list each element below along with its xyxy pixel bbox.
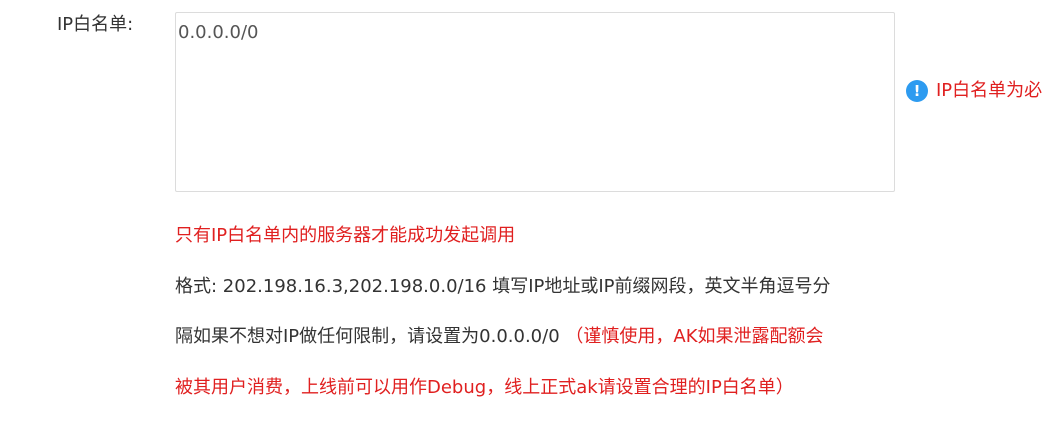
format-description-text: 隔如果不想对IP做任何限制，请设置为0.0.0.0/0 (175, 326, 560, 347)
required-hint-text: IP白名单为必 (936, 80, 1043, 101)
whitelist-notice: 只有IP白名单内的服务器才能成功发起调用 (175, 225, 516, 246)
ip-whitelist-textarea[interactable]: 0.0.0.0/0 (175, 12, 895, 192)
warning-text-end: 被其用户消费，上线前可以用作Debug，线上正式ak请设置合理的IP白名单） (175, 377, 794, 398)
ip-whitelist-form: IP白名单: 0.0.0.0/0 ! IP白名单为必 只有IP白名单内的服务器才… (0, 0, 1053, 433)
required-hint: ! IP白名单为必 (906, 79, 1042, 103)
ip-whitelist-label: IP白名单: (57, 14, 134, 35)
warning-text-start: （谨慎使用，AK如果泄露配额会 (565, 326, 824, 347)
exclamation-circle-icon: ! (906, 80, 928, 102)
format-description-line-1: 格式: 202.198.16.3,202.198.0.0/16 填写IP地址或I… (175, 276, 831, 297)
format-description-line-2: 隔如果不想对IP做任何限制，请设置为0.0.0.0/0 （谨慎使用，AK如果泄露… (175, 324, 824, 350)
